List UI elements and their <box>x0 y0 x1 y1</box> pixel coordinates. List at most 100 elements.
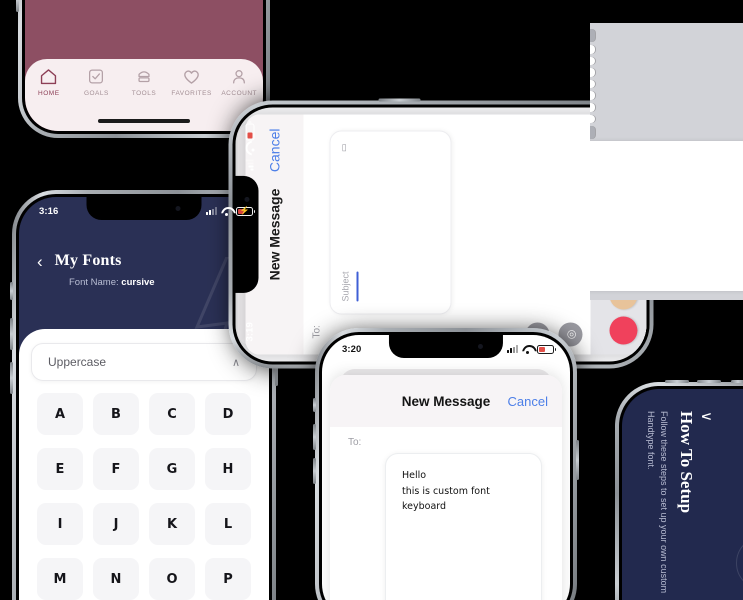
backspace-key[interactable]: ⌫ <box>590 29 595 42</box>
wifi-icon <box>522 345 533 354</box>
mute-switch[interactable] <box>731 380 743 383</box>
letter-key[interactable]: L <box>205 503 251 545</box>
uppercase-accordion-label: Uppercase <box>48 355 107 369</box>
cancel-button[interactable]: Cancel <box>267 129 283 173</box>
letter-key[interactable]: J <box>93 503 139 545</box>
keyboard-rows: q w e r t y u i o p a s d f g h <box>590 29 599 139</box>
person-icon <box>233 70 246 84</box>
battery-icon <box>537 344 556 354</box>
compose-box[interactable]: ▭ Subject <box>329 130 452 315</box>
custom-font-keyboard: Clear Copy Hello this is custom font key… <box>590 23 743 300</box>
to-field-label[interactable]: To: <box>312 325 323 338</box>
letter-key[interactable]: N <box>93 558 139 600</box>
font-name-value: cursive <box>121 277 155 288</box>
phone5-screen: 3:10 ▾ Search ∨ How To Setup Follow thes… <box>622 389 743 600</box>
letter-key[interactable]: H <box>205 448 251 490</box>
new-message-sheet: New Message Cancel To: Hello this is cus… <box>330 375 562 600</box>
store-icon[interactable] <box>609 316 638 345</box>
header-row: ‹ My Fonts <box>37 252 251 270</box>
letter-key[interactable]: M <box>37 558 83 600</box>
wifi-icon <box>221 207 232 216</box>
back-button[interactable]: ‹ <box>37 253 43 270</box>
heart-icon <box>184 70 199 84</box>
nav-bar: New Message Cancel <box>330 375 562 427</box>
volume-up-button[interactable] <box>697 380 721 383</box>
setup-intro: ∨ How To Setup Follow these steps to set… <box>644 411 716 600</box>
phone-prayer-app: The next prayer is Asr at 4:01 PM in 3 h… <box>16 0 270 138</box>
status-time: 3:16 <box>39 205 59 217</box>
tab-favorites-label: FAVORITES <box>171 90 212 97</box>
power-button[interactable] <box>576 440 579 480</box>
checkbox-icon <box>89 69 104 84</box>
key[interactable]: m <box>590 44 595 54</box>
status-icons <box>245 123 254 171</box>
volume-down-button[interactable] <box>10 362 13 394</box>
tab-goals[interactable]: GOALS <box>73 68 121 97</box>
front-camera-icon <box>175 206 181 211</box>
letter-key[interactable]: O <box>149 558 195 600</box>
status-time: 3:20 <box>342 343 362 355</box>
phone-how-to-setup: 3:10 ▾ Search ∨ How To Setup Follow thes… <box>615 380 743 600</box>
nav-title: New Message <box>401 393 491 409</box>
cancel-button[interactable]: Cancel <box>508 394 548 409</box>
letter-key[interactable]: G <box>149 448 195 490</box>
setup-title: How To Setup <box>677 411 697 514</box>
letter-key[interactable]: F <box>93 448 139 490</box>
mute-switch[interactable] <box>10 282 13 300</box>
letter-key[interactable]: C <box>149 393 195 435</box>
front-camera-icon <box>477 344 483 349</box>
tab-account-label: ACCOUNT <box>221 90 257 97</box>
to-field-label[interactable]: To: <box>348 437 361 448</box>
message-compose-box[interactable]: Hello this is custom font keyboard <box>385 453 542 600</box>
key[interactable]: c <box>590 91 595 101</box>
home-icon <box>41 69 57 85</box>
camera-icon[interactable]: ▭ <box>339 144 350 153</box>
tools-icon <box>138 71 150 83</box>
volume-down-button[interactable] <box>16 0 19 12</box>
logo-ring-decoration <box>736 536 743 591</box>
letter-key[interactable]: I <box>37 503 83 545</box>
landscape-keyboard-zone: Clear Copy Hello this is custom font key… <box>590 22 743 300</box>
phone1-screen: The next prayer is Asr at 4:01 PM in 3 h… <box>25 0 263 131</box>
tab-goals-label: GOALS <box>83 90 109 97</box>
message-line-2: this is custom font keyboard <box>402 485 490 513</box>
letter-key[interactable]: A <box>37 393 83 435</box>
key[interactable]: v <box>590 79 595 89</box>
new-message-sheet: New Message Cancel To: ▭ Subject ⋖ ◎ <box>245 107 647 355</box>
mute-switch[interactable] <box>313 398 316 412</box>
volume-down-button[interactable] <box>313 458 316 484</box>
power-button[interactable] <box>378 98 421 102</box>
letter-key[interactable]: P <box>205 558 251 600</box>
tab-account[interactable]: ACCOUNT <box>215 68 263 97</box>
volume-up-button[interactable] <box>10 318 13 350</box>
key[interactable]: n <box>590 56 595 66</box>
volume-up-button[interactable] <box>313 424 316 450</box>
message-line-1: Hello <box>402 470 427 481</box>
phone-bezel: The next prayer is Asr at 4:01 PM in 3 h… <box>22 0 266 134</box>
keyboard-preview-box[interactable]: Hello this is custom font keyboard <box>590 141 743 291</box>
phone3-screen: 3:19 New Message Cancel To: ▭ Subject ◎ <box>235 107 647 362</box>
status-icons <box>507 344 556 354</box>
battery-charging-icon: ⚡ <box>236 206 255 216</box>
tab-home[interactable]: HOME <box>25 68 73 97</box>
tab-favorites[interactable]: FAVORITES <box>168 68 216 97</box>
key[interactable]: b <box>590 68 595 77</box>
key[interactable]: z <box>590 114 595 124</box>
tab-tools[interactable]: TOOLS <box>120 68 168 97</box>
uppercase-accordion[interactable]: Uppercase ∧ <box>31 343 257 381</box>
chevron-down-icon[interactable]: ∨ <box>698 411 716 600</box>
letter-key[interactable]: D <box>205 393 251 435</box>
font-name-label: Font Name: <box>69 277 119 288</box>
signal-icon <box>206 207 217 215</box>
cursor-rule <box>356 271 359 302</box>
setup-subtitle: Follow these steps to set up your own cu… <box>646 411 670 594</box>
shift-key[interactable]: ⇧ <box>590 126 595 139</box>
letter-key[interactable]: E <box>37 448 83 490</box>
letter-key[interactable]: B <box>93 393 139 435</box>
letter-key[interactable]: K <box>149 503 195 545</box>
volume-down-button[interactable] <box>665 380 689 383</box>
phone4-screen: 3:20 New Message Cancel To: Hello this i… <box>322 335 570 600</box>
phone-new-message-portrait: 3:20 New Message Cancel To: Hello this i… <box>313 328 579 600</box>
key[interactable]: x <box>590 103 595 112</box>
keyboard-row-3: ⇧ z x c v b n m ⌫ <box>590 29 595 139</box>
